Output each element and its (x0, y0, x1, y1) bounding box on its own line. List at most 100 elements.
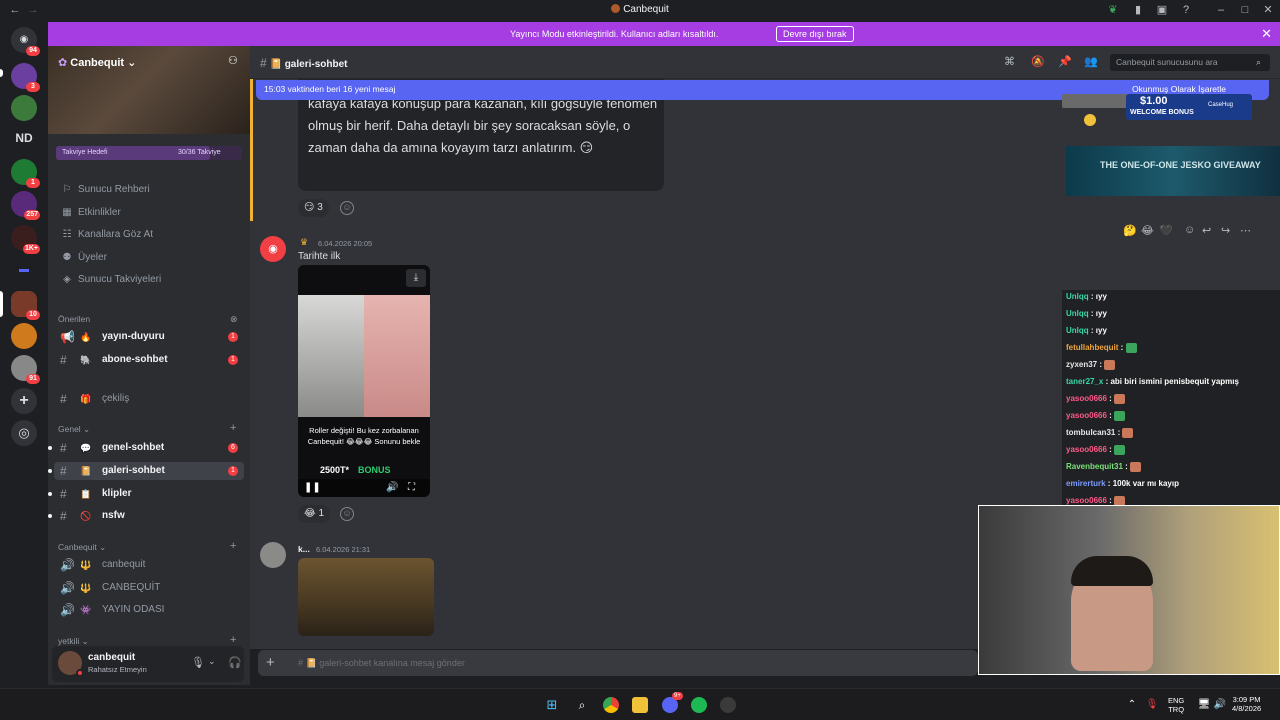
search-icon[interactable]: ⌕ (574, 697, 590, 713)
discover-compass-icon[interactable]: ◎ (11, 420, 37, 446)
minimize-icon[interactable]: – (1214, 3, 1228, 17)
volume-icon[interactable]: 🔊 (1212, 697, 1228, 713)
server-icon-5[interactable]: 257 (11, 191, 40, 220)
nav-browse-channels[interactable]: ☷ Kanallara Göz At (60, 229, 154, 240)
server-banner: ✿ Canbequit ⌄ ⚇ (48, 46, 250, 134)
volume-icon[interactable]: 🔊 (386, 482, 398, 493)
avatar[interactable] (260, 542, 286, 568)
section-canbequit[interactable]: Canbequit ⌄ + (58, 540, 236, 553)
reaction-quick-1[interactable]: 🤔 (1123, 224, 1137, 237)
boost-goal-bar[interactable]: Takviye Hedefi 30/36 Takviye (56, 146, 242, 160)
giveaway-text: THE ONE-OF-ONE JESKO GIVEAWAY (1100, 160, 1261, 170)
server-icon-9[interactable]: 91 (11, 355, 40, 384)
video-attachment[interactable]: ⤓ Roller değişti! Bu kez zorbalanan Canb… (298, 265, 430, 497)
fullscreen-icon[interactable]: ⛶ (408, 482, 415, 493)
nav-members[interactable]: ⚉ Üyeler (60, 252, 107, 263)
speaker-icon: 🔊 (60, 558, 75, 572)
channel-klipler[interactable]: # 📋 klipler (48, 485, 244, 503)
pin-icon[interactable]: 📌 (1058, 55, 1072, 68)
channel-nsfw[interactable]: # 🚫 nsfw (48, 507, 244, 525)
hash-icon: # (60, 487, 67, 501)
nav-server-boosts[interactable]: ◈ Sunucu Takviyeleri (60, 274, 161, 285)
file-explorer-icon[interactable] (632, 697, 648, 713)
search-input[interactable]: Canbequit sunucusunu ara (1110, 54, 1270, 71)
inbox-icon[interactable]: ▣ (1155, 3, 1169, 17)
add-attachment-icon[interactable]: + (266, 654, 275, 671)
server-icon-nd[interactable]: ND (11, 125, 37, 151)
add-reaction-icon[interactable]: ☺ (1184, 224, 1195, 236)
threads-icon[interactable]: ⌘ (1004, 55, 1015, 68)
channel-cekilis[interactable]: # 🎁 çekiliş (54, 390, 244, 408)
channel-genel-sohbet[interactable]: # 💬 genel-sohbet 6 (48, 439, 244, 457)
chat-emote-icon (1104, 360, 1116, 370)
clock[interactable]: 3:09 PM 4/8/2026 (1232, 695, 1261, 713)
tray-chevron-icon[interactable]: ⌃ (1124, 697, 1140, 713)
voice-channel-yayin-odasi[interactable]: 🔊 👾 YAYIN ODASI (54, 601, 244, 619)
voice-channel-canbequit-caps[interactable]: 🔊 🔱 CANBEQUİT (54, 579, 244, 597)
headphones-icon[interactable]: 🎧 (228, 656, 242, 669)
server-name-dropdown[interactable]: ✿ Canbequit ⌄ (58, 56, 136, 69)
add-reaction-icon[interactable]: ☺ (340, 201, 354, 215)
network-icon[interactable]: 🖥 (1196, 697, 1212, 713)
close-notice-icon[interactable]: ✕ (1261, 26, 1272, 42)
close-section-icon[interactable]: ⊗ (230, 314, 238, 325)
obs-icon[interactable] (720, 697, 736, 713)
channel-yayin-duyuru[interactable]: 📢 🔥 yayın-duyuru 1 (54, 328, 244, 346)
bookmark-icon[interactable]: ▮ (1131, 3, 1145, 17)
folder-icon[interactable]: ▬ (11, 257, 37, 283)
nav-server-guide[interactable]: ⚐ Sunucu Rehberi (60, 184, 150, 195)
server-icon-4[interactable]: 1 (11, 159, 40, 188)
server-icon-2[interactable] (11, 95, 37, 121)
add-channel-icon[interactable]: + (230, 422, 236, 434)
reaction-quick-3[interactable]: 🖤 (1159, 224, 1173, 237)
server-icon-6[interactable]: 1K+ (11, 225, 40, 254)
add-server-icon[interactable]: + (11, 388, 37, 414)
reaction-smirk[interactable]: 😏 3 (298, 199, 329, 217)
direct-messages-button[interactable]: ◉ 94 (11, 27, 40, 56)
pause-icon[interactable]: ❚❚ (304, 482, 321, 493)
add-channel-icon[interactable]: + (230, 540, 236, 552)
avatar[interactable]: ◉ (260, 236, 286, 262)
reaction-quick-2[interactable]: 😂 (1141, 224, 1154, 237)
nitro-leaf-icon[interactable]: ❦ (1106, 3, 1120, 17)
mention-badge: 1 (228, 466, 238, 476)
notification-bell-icon[interactable]: 🔕 (1031, 55, 1045, 68)
add-reaction-icon[interactable]: ☺ (340, 507, 354, 521)
channel-abone-sohbet[interactable]: # 🐘 abone-sohbet 1 (54, 351, 244, 369)
windows-start-icon[interactable]: ⊞ (544, 697, 560, 713)
discord-taskbar-icon[interactable]: 9+ (662, 692, 683, 713)
forward-icon[interactable]: ↪ (1221, 224, 1230, 237)
chevron-down-icon[interactable]: ⌄ (208, 656, 216, 667)
spotify-icon[interactable] (691, 697, 707, 713)
section-general[interactable]: Genel ⌄ + (58, 422, 236, 435)
channel-emoji: 🔱 (80, 583, 92, 593)
language-indicator[interactable]: ENG TRQ (1168, 696, 1184, 714)
chat-emote-icon (1114, 496, 1126, 505)
server-icon-8[interactable] (11, 323, 37, 349)
speaker-icon: 🔊 (60, 603, 75, 617)
chrome-icon[interactable] (603, 697, 619, 713)
microphone-icon[interactable]: 🎙 (191, 656, 205, 669)
reaction-laugh[interactable]: 😂 1 (298, 505, 331, 523)
invite-user-icon[interactable]: ⚇ (228, 54, 238, 67)
channel-galeri-sohbet[interactable]: # 📔 galeri-sohbet 1 (48, 462, 244, 480)
download-icon[interactable]: ⤓ (406, 269, 426, 287)
server-icon-1[interactable]: 3 (11, 63, 40, 92)
message-composer[interactable]: + # 📔 galeri-sohbet kanalına mesaj gönde… (258, 650, 978, 676)
microphone-tray-icon[interactable]: 🎙 (1144, 697, 1160, 713)
server-icon-canbequit[interactable]: 10 (11, 291, 40, 320)
more-options-icon[interactable]: ⋯ (1240, 224, 1251, 237)
reply-icon[interactable]: ↩ (1202, 224, 1211, 237)
chat-line: emirerturk : 100k var mı kayıp (1066, 479, 1179, 488)
add-channel-icon[interactable]: + (230, 634, 236, 646)
maximize-icon[interactable]: □ (1238, 3, 1252, 17)
voice-channel-canbequit[interactable]: 🔊 🔱 canbequit (54, 556, 244, 574)
section-recommended[interactable]: Önerilen ⊗ (58, 314, 238, 324)
disable-streamer-mode-button[interactable]: Devre dışı bırak (776, 26, 854, 42)
nav-events[interactable]: ▦ Etkinlikler (60, 207, 121, 218)
member-list-icon[interactable]: 👥 (1084, 55, 1098, 68)
close-window-icon[interactable]: ✕ (1261, 3, 1275, 17)
help-icon[interactable]: ? (1179, 3, 1193, 17)
image-attachment[interactable] (298, 558, 434, 636)
chat-line: yasoo0666 : (1066, 411, 1126, 421)
